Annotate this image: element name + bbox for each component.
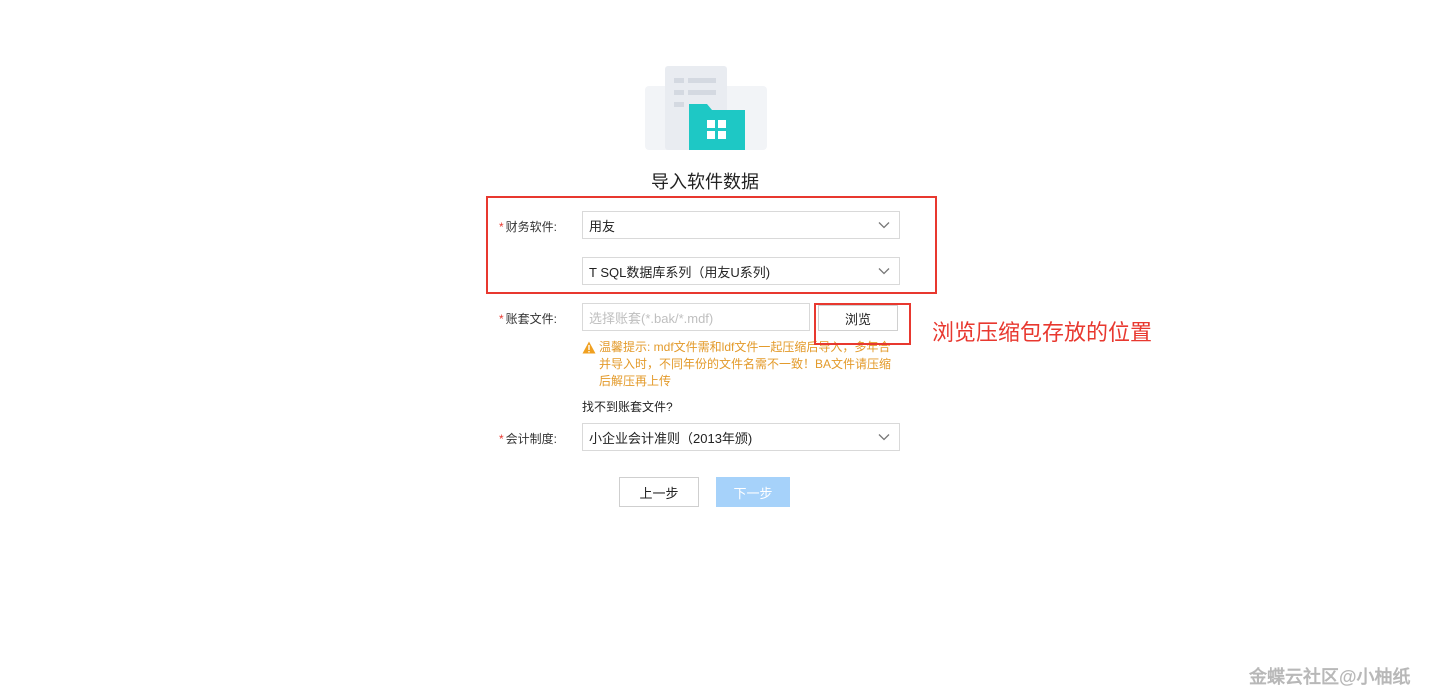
next-step-button[interactable]: 下一步 (716, 477, 790, 507)
cannot-find-account-file-link[interactable]: 找不到账套文件? (582, 398, 673, 415)
page-title: 导入软件数据 (651, 172, 759, 192)
account-file-label-group: * 账套文件: (499, 310, 557, 327)
watermark: 金蝶云社区@小柚纸 (1249, 667, 1411, 687)
accounting-standard-value: 小企业会计准则（2013年颁) (589, 430, 753, 446)
import-folder-illustration (645, 64, 767, 154)
chevron-down-icon (878, 434, 890, 441)
accounting-standard-label: 会计制度: (505, 432, 558, 446)
required-mark: * (499, 431, 504, 446)
prev-step-button[interactable]: 上一步 (619, 477, 699, 507)
annotation-text: 浏览压缩包存放的位置 (932, 320, 1153, 345)
warning-icon (582, 341, 596, 354)
annotation-box-finance-software (486, 196, 937, 294)
accounting-standard-label-group: * 会计制度: (499, 430, 557, 447)
warning-text: 温馨提示: mdf文件需和ldf文件一起压缩后导入，多年合并导入时，不同年份的文… (599, 340, 892, 388)
required-mark: * (499, 311, 504, 326)
annotation-box-browse (814, 303, 911, 345)
accounting-standard-select[interactable]: 小企业会计准则（2013年颁) (582, 423, 900, 451)
account-file-label: 账套文件: (505, 312, 558, 326)
account-file-input[interactable]: 选择账套(*.bak/*.mdf) (582, 303, 810, 331)
account-file-placeholder: 选择账套(*.bak/*.mdf) (589, 310, 714, 326)
